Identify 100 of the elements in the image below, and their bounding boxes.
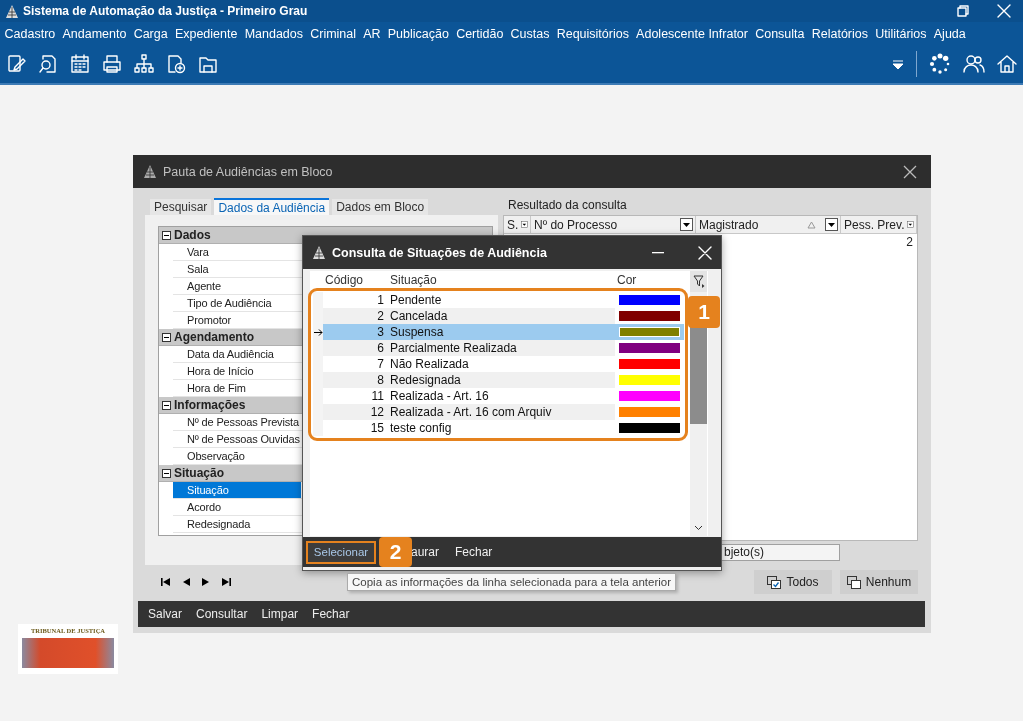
dropdown-icon[interactable] [825,218,838,231]
windows-icon [846,575,861,589]
menu-item[interactable]: Andamento [58,26,131,41]
menu-item[interactable]: Criminal [306,26,360,41]
loading-icon[interactable] [929,53,951,75]
count-field: bjeto(s) [721,544,840,561]
tab[interactable]: Dados da Audiência [214,198,330,215]
menu-item[interactable]: Certidão [452,26,507,41]
property-label[interactable]: Acordo [173,499,301,515]
menu-item[interactable]: Carga [130,26,172,41]
home-icon[interactable] [997,54,1017,74]
users-icon[interactable] [963,54,985,74]
select-none-button[interactable]: Nenhum [840,570,918,594]
list-row[interactable]: 6 Parcialmente Realizada [313,340,684,356]
edit-icon[interactable] [6,54,26,74]
document-add-icon[interactable] [166,54,186,74]
search-icon[interactable] [38,54,58,74]
calendar-icon[interactable] [70,54,90,74]
toolbar-button[interactable]: Salvar [141,607,189,621]
close-icon[interactable] [903,164,917,179]
tab[interactable]: Dados em Bloco [332,199,429,215]
column-header[interactable]: Magistrado [699,217,759,232]
group-header: Agendamento [174,330,254,344]
minimize-icon[interactable] [652,251,664,254]
property-label[interactable]: Nº de Pessoas Prevista [173,414,301,430]
dropdown-icon[interactable] [680,218,693,231]
tab[interactable]: Pesquisar [150,199,212,215]
column-header[interactable]: Nº do Processo [534,217,618,232]
previous-icon[interactable] [182,578,190,586]
property-label[interactable]: Data da Audiência [173,346,301,362]
list-row[interactable]: 12 Realizada - Art. 16 com Arquiv [313,404,684,420]
column-header[interactable]: Cor [617,273,677,287]
select-all-button[interactable]: Todos [754,570,832,594]
collapse-icon[interactable] [162,332,171,342]
menu-item[interactable]: Adolescente Infrator [632,26,752,41]
property-label[interactable]: Promotor [173,312,301,328]
hierarchy-icon[interactable] [134,54,154,74]
list-row[interactable]: 1 Pendente [313,292,684,308]
restore-icon[interactable] [957,5,969,17]
property-label[interactable]: Redesignada [173,516,301,532]
caret-icon[interactable] [892,58,904,70]
column-header[interactable]: Situação [390,273,617,287]
collapse-icon[interactable] [162,468,171,478]
dialog-button[interactable]: Fechar [449,540,499,564]
group-header: Dados [174,228,211,242]
property-label[interactable]: Agente [173,278,301,294]
property-label[interactable]: Situação [173,482,301,498]
section-label: Resultado da consulta [507,197,628,214]
list-row[interactable]: 11 Realizada - Art. 16 [313,388,684,404]
header-cell[interactable]: Pess. Prev. [841,216,917,233]
folder-icon[interactable] [198,54,218,74]
menu-item[interactable]: Mandados [241,26,307,41]
menu-item[interactable]: Expediente [171,26,242,41]
property-label[interactable]: Vara [173,244,301,260]
toolbar-button[interactable]: Consultar [189,607,255,621]
header-cell[interactable]: Nº do Processo [531,216,696,233]
list-row[interactable]: 15 teste config [313,420,684,436]
property-label[interactable]: Tipo de Audiência [173,295,301,311]
list-row[interactable]: 8 Redesignada [313,372,684,388]
app-logo-icon [312,245,326,260]
first-icon[interactable] [161,578,170,586]
toolbar-button[interactable]: Limpar [254,607,306,621]
collapse-icon[interactable] [162,400,171,410]
tooltip: Copia as informações da linha selecionada para a tela anterior [347,573,676,591]
menu-item[interactable]: Utilitários [871,26,931,41]
list-row[interactable]: 2 Cancelada [313,308,684,324]
menu-item[interactable]: Custas [506,26,554,41]
menu-item[interactable]: Publicação [384,26,453,41]
property-label[interactable]: Sala [173,261,301,277]
property-label[interactable]: Nº de Pessoas Ouvidas [173,431,301,447]
menu-item[interactable]: Cadastro [1,26,59,41]
column-header[interactable]: S. [507,217,519,232]
dialog-button[interactable]: Selecionar [306,540,376,564]
menu-item[interactable]: Consulta [751,26,809,41]
menu-item[interactable]: Relatórios [808,26,872,41]
filter-icon[interactable] [692,275,705,288]
list-row[interactable]: 3 Suspensa [313,324,684,340]
code-cell-text: 1 [376,292,384,308]
property-label[interactable]: Hora de Fim [173,380,301,396]
header-cell[interactable]: Magistrado [696,216,841,233]
column-header[interactable]: Pess. Prev. [844,217,905,232]
column-header[interactable]: Código [313,273,390,287]
menu-item[interactable]: Requisitórios [553,26,633,41]
toolbar-button[interactable]: Fechar [305,607,357,621]
menu-item[interactable]: AR [359,26,385,41]
property-label[interactable]: Hora de Início [173,363,301,379]
menu-item[interactable]: Ajuda [930,26,970,41]
last-icon[interactable] [222,578,231,586]
chevron-down-icon[interactable] [694,525,703,531]
situation-cell: Suspensa [384,324,615,340]
arrow-right-icon [313,328,323,336]
list-row[interactable]: 7 Não Realizada [313,356,684,372]
property-label[interactable]: Observação [173,448,301,464]
code-cell: 3 [323,324,384,340]
header-cell[interactable]: S. [504,216,531,233]
next-icon[interactable] [202,578,210,586]
printer-icon[interactable] [102,54,122,74]
dialog-button[interactable]: aurar [411,540,445,564]
checked-windows-icon [767,575,782,589]
collapse-icon[interactable] [162,230,171,240]
